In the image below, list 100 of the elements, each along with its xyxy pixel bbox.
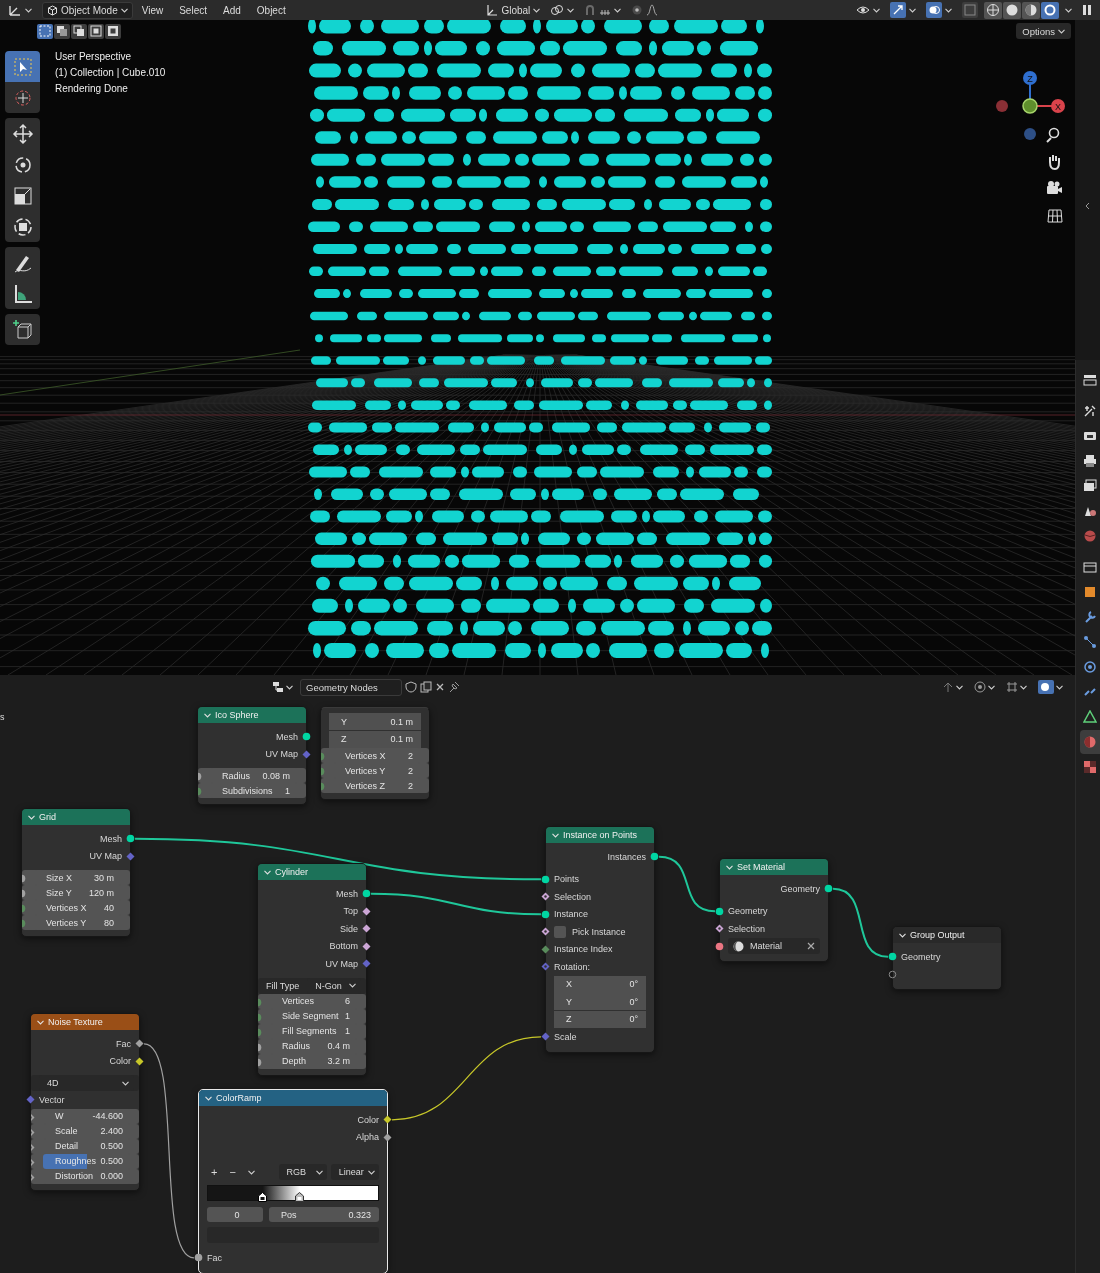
field-value: 1 (345, 1011, 350, 1021)
socket[interactable] (715, 941, 724, 951)
mode-dropdown[interactable]: Object Mode (42, 1, 133, 19)
square-icon (964, 4, 976, 16)
shading-mode-button[interactable] (1022, 1, 1040, 19)
menu-item[interactable]: Select (172, 1, 214, 19)
gizmo-toggle[interactable] (890, 2, 906, 18)
tool-button[interactable] (5, 278, 40, 309)
overlapping-circles-icon (928, 4, 940, 16)
dropdown-value: Linear (338, 1167, 364, 1177)
grid-button[interactable] (1044, 206, 1064, 225)
remove-stop-button[interactable]: − (225, 1164, 240, 1180)
field-label: Subdivisions (222, 785, 273, 796)
shading-mode-button[interactable] (984, 1, 1002, 19)
stop-index-field[interactable]: 0 (207, 1207, 263, 1222)
select-mode-button[interactable] (37, 23, 53, 39)
socket[interactable] (383, 1132, 392, 1142)
orientation-dropdown[interactable]: Global (482, 1, 545, 19)
axis-gizmo[interactable]: Z X (990, 48, 1070, 144)
chevron-icon (205, 1096, 212, 1101)
socket-label: Geometry (901, 951, 941, 962)
add-stop-button[interactable]: + (207, 1164, 222, 1180)
dropdown-value: RGB (286, 1167, 306, 1177)
socket-label: Mesh (100, 833, 122, 844)
color-stop-handle[interactable] (258, 1192, 268, 1202)
socket[interactable] (888, 952, 897, 962)
tool-button[interactable] (5, 314, 40, 345)
socket[interactable] (650, 852, 659, 862)
select-mode-button[interactable] (88, 23, 104, 39)
gradient-bar[interactable] (207, 1185, 379, 1201)
socket[interactable] (715, 906, 724, 916)
vector-component-field[interactable]: X 0° (554, 975, 646, 993)
select-mode-button[interactable] (105, 23, 121, 39)
checkbox[interactable] (554, 925, 566, 938)
squares-icon (56, 25, 68, 37)
socket[interactable] (541, 874, 550, 884)
chevron-icon (1020, 684, 1027, 690)
socket[interactable] (362, 941, 371, 951)
socket[interactable] (362, 889, 371, 899)
dropdown-label: Fill Type (266, 980, 300, 991)
socket[interactable] (135, 1056, 144, 1066)
arrow-icon (892, 4, 904, 16)
select-mode-button[interactable] (71, 23, 87, 39)
field-value: 2 (408, 765, 413, 776)
field-value: 40 (104, 902, 114, 913)
options-dropdown[interactable]: Options (1016, 23, 1071, 39)
socket[interactable] (541, 892, 550, 902)
xray-toggle[interactable] (962, 2, 978, 18)
chevron-icon (247, 1169, 255, 1175)
shading-mode-button[interactable] (1041, 1, 1059, 19)
chevron-icon (1056, 684, 1063, 690)
socket[interactable] (362, 924, 371, 934)
field-value: 6 (345, 996, 350, 1006)
socket[interactable] (302, 732, 311, 742)
socket[interactable] (383, 1115, 392, 1125)
vector-component-field[interactable]: Z 0.1 m (329, 730, 421, 748)
empty-socket[interactable] (888, 969, 897, 979)
menu-item[interactable]: Object (249, 1, 293, 19)
menu-item[interactable]: View (134, 1, 171, 19)
color-stop-handle[interactable] (295, 1192, 305, 1202)
vector-component-field[interactable]: Y 0° (554, 993, 646, 1011)
socket[interactable] (135, 1039, 144, 1049)
socket-label: UV Map (325, 958, 358, 969)
field-value: -44.600 (92, 1111, 123, 1121)
overlay-toggle[interactable] (926, 2, 942, 18)
menu-item[interactable]: Add (216, 1, 248, 19)
color-mode-dropdown[interactable]: RGB (278, 1164, 327, 1180)
dot-icon (631, 4, 644, 16)
vector-component-field[interactable]: Y 0.1 m (329, 713, 421, 731)
socket[interactable] (194, 1253, 203, 1263)
tool-button[interactable] (5, 211, 40, 242)
socket-label: Side (340, 923, 358, 934)
field-value: 0° (629, 996, 638, 1007)
field-label: Size Y (46, 887, 72, 898)
socket[interactable] (126, 834, 135, 844)
socket[interactable] (541, 927, 550, 937)
field-value: 2.400 (100, 1126, 123, 1136)
shading-mode-button[interactable] (1003, 1, 1021, 19)
position-field[interactable]: Pos 0.323 (269, 1207, 379, 1222)
chevron-icon (28, 815, 35, 820)
socket[interactable] (362, 906, 371, 916)
field-value: 120 m (89, 887, 114, 898)
orbit-icon (1083, 660, 1097, 674)
chevron-icon (533, 7, 541, 13)
socket[interactable] (541, 909, 550, 919)
tool-button[interactable] (5, 247, 40, 278)
chevron-icon (368, 1169, 375, 1175)
field-label: Vertices X (345, 750, 386, 761)
socket[interactable] (824, 884, 833, 894)
socket[interactable] (715, 924, 724, 934)
sphere-icon (733, 940, 744, 952)
node-tree-field[interactable]: Geometry Nodes (300, 678, 402, 696)
vector-component-field[interactable]: Z 0° (554, 1010, 646, 1028)
ringed-sphere-icon (1043, 3, 1057, 17)
nested-squares-icon (90, 25, 102, 37)
material-field[interactable]: Material (728, 938, 820, 955)
tool-button[interactable] (5, 118, 40, 149)
chevron-icon (1058, 28, 1065, 34)
select-mode-button[interactable] (54, 23, 70, 39)
interpolation-dropdown[interactable]: Linear (330, 1164, 379, 1180)
